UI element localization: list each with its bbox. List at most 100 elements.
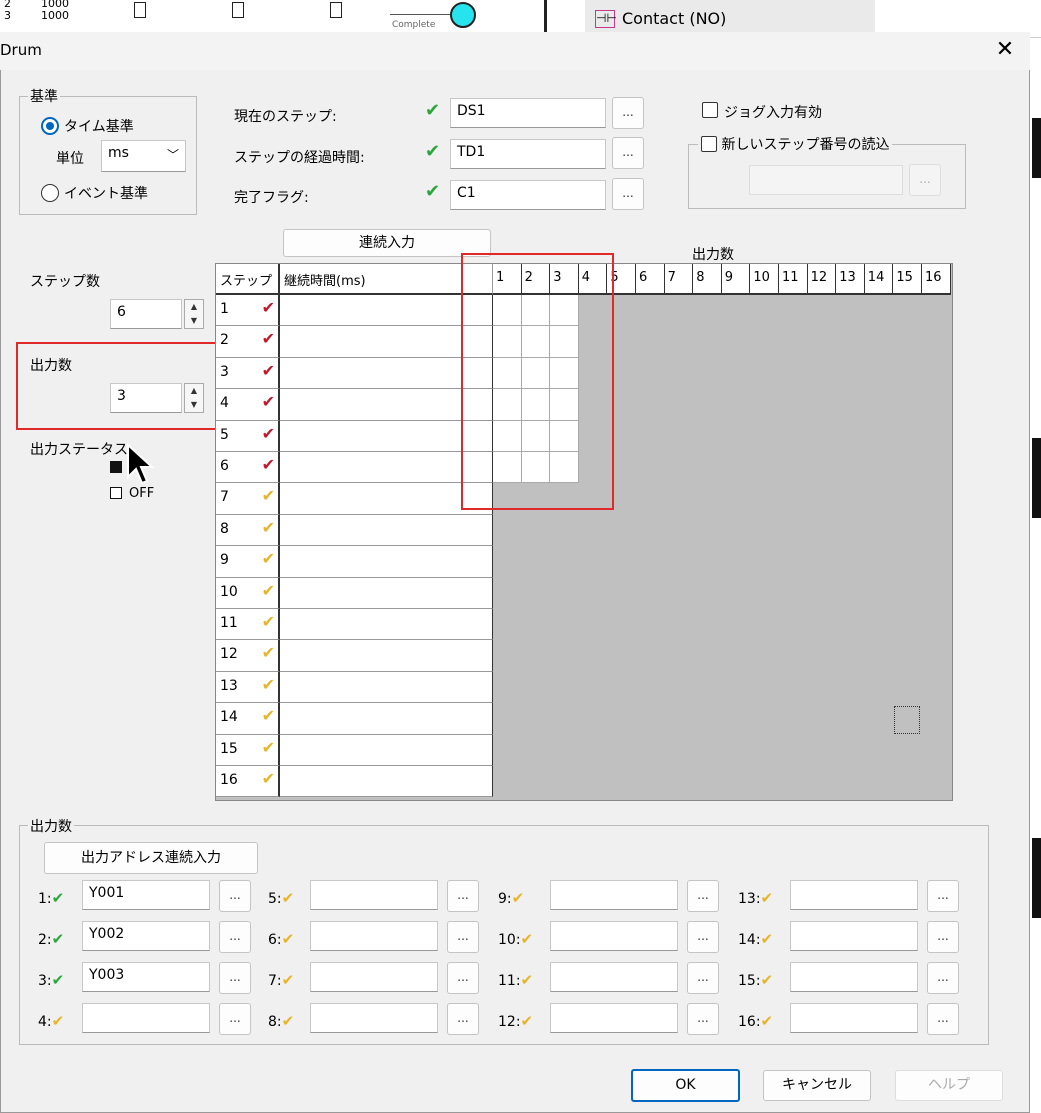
grid-duration-cell[interactable] [280, 577, 493, 609]
grid-duration-cell[interactable] [280, 766, 493, 798]
grid-duration-cell[interactable] [280, 514, 493, 547]
jog-checkbox[interactable] [702, 102, 718, 118]
browse-button[interactable]: ... [219, 921, 251, 953]
red-check-icon: ✔ [261, 392, 275, 412]
steps-spinner[interactable]: ▲ ▼ [184, 299, 204, 329]
dialog-title: Drum [0, 41, 42, 59]
chevron-down-icon: ﹀ [166, 148, 179, 162]
grid-step-cell[interactable]: 15 ✔ [216, 734, 280, 766]
browse-button[interactable]: ... [927, 962, 959, 994]
elapsed-field[interactable]: TD1 [450, 139, 606, 169]
grid-duration-cell[interactable] [280, 703, 493, 735]
fill-button[interactable]: 連続入力 [283, 229, 491, 257]
browse-button[interactable]: ... [687, 1003, 719, 1035]
output-address-field[interactable] [790, 1003, 918, 1033]
output-address-field[interactable] [550, 921, 678, 951]
browse-button[interactable]: ... [447, 921, 479, 953]
yellow-check-icon: ✔ [511, 889, 525, 907]
grid-step-cell[interactable]: 3 ✔ [216, 357, 280, 390]
output-address-field[interactable] [310, 1003, 438, 1033]
browse-button[interactable]: ... [612, 97, 644, 129]
browse-button[interactable]: ... [687, 921, 719, 953]
output-address-field[interactable] [550, 880, 678, 910]
grid-step-cell[interactable]: 12 ✔ [216, 640, 280, 672]
mouse-cursor-icon [127, 443, 154, 485]
grid-outputs-header: 出力数 [692, 247, 734, 263]
output-address-field[interactable] [790, 880, 918, 910]
ok-button[interactable]: OK [631, 1069, 740, 1102]
yellow-check-icon: ✔ [520, 930, 534, 948]
radio-time-label: タイム基準 [64, 119, 134, 135]
outputs-input[interactable]: 3 [110, 383, 182, 413]
browse-button[interactable]: ... [612, 137, 644, 169]
grid-step-cell[interactable]: 6 ✔ [216, 452, 280, 484]
output-address-field[interactable] [82, 1003, 210, 1033]
output-address-field[interactable] [310, 962, 438, 992]
output-label: 6:✔ [268, 930, 295, 948]
grid-header-output: 15 [893, 264, 922, 295]
unit-select[interactable]: ms ﹀ [101, 140, 186, 172]
output-address-field[interactable]: Y002 [82, 921, 210, 951]
newstep-checkbox[interactable] [701, 136, 717, 152]
bg-box [232, 2, 244, 18]
outputs-spinner[interactable]: ▲ ▼ [184, 383, 204, 413]
browse-button[interactable]: ... [612, 178, 644, 210]
steps-input[interactable]: 6 [110, 299, 182, 329]
output-label: 14:✔ [738, 930, 774, 948]
grid-step-cell[interactable]: 5 ✔ [216, 420, 280, 452]
output-address-field[interactable] [790, 921, 918, 951]
cancel-button[interactable]: キャンセル [763, 1070, 871, 1101]
output-address-field[interactable]: Y001 [82, 880, 210, 910]
yellow-check-icon: ✔ [261, 549, 275, 569]
browse-button[interactable]: ... [927, 921, 959, 953]
grid-step-cell[interactable]: 9 ✔ [216, 546, 280, 578]
output-address-field[interactable] [310, 921, 438, 951]
bg-box [134, 2, 146, 18]
check-icon: ✔ [51, 889, 65, 907]
browse-button[interactable]: ... [447, 1003, 479, 1035]
browse-button[interactable]: ... [687, 962, 719, 994]
browse-button[interactable]: ... [687, 880, 719, 912]
browse-button[interactable]: ... [927, 880, 959, 912]
browse-button[interactable]: ... [219, 962, 251, 994]
grid-step-cell[interactable]: 8 ✔ [216, 514, 280, 547]
close-icon[interactable]: ✕ [990, 36, 1020, 66]
radio-time[interactable] [41, 117, 59, 135]
yellow-check-icon: ✔ [760, 1012, 774, 1030]
grid-duration-cell[interactable] [280, 671, 493, 704]
done-field[interactable]: C1 [450, 180, 606, 210]
grid-duration-cell[interactable] [280, 640, 493, 672]
output-address-field[interactable] [550, 1003, 678, 1033]
grid-duration-cell[interactable] [280, 546, 493, 578]
grid-step-cell[interactable]: 2 ✔ [216, 326, 280, 358]
output-address-field[interactable] [550, 962, 678, 992]
grid-step-cell[interactable]: 10 ✔ [216, 577, 280, 609]
grid-step-cell[interactable]: 7 ✔ [216, 483, 280, 515]
browse-button[interactable]: ... [219, 1003, 251, 1035]
grid-step-cell[interactable]: 11 ✔ [216, 609, 280, 641]
grid-step-cell[interactable]: 4 ✔ [216, 389, 280, 421]
browse-button[interactable]: ... [447, 962, 479, 994]
output-address-field[interactable] [310, 880, 438, 910]
current-step-label: 現在のステップ: [234, 109, 337, 125]
grid-duration-cell[interactable] [280, 609, 493, 641]
grid-step-cell[interactable]: 16 ✔ [216, 766, 280, 798]
browse-button[interactable]: ... [219, 880, 251, 912]
off-status-icon [110, 487, 122, 499]
browse-button[interactable]: ... [927, 1003, 959, 1035]
grid-step-cell[interactable]: 14 ✔ [216, 703, 280, 735]
address-fill-button[interactable]: 出力アドレス連続入力 [44, 842, 258, 874]
output-address-field[interactable]: Y003 [82, 962, 210, 992]
grid-duration-cell[interactable] [280, 734, 493, 766]
yellow-check-icon: ✔ [281, 971, 295, 989]
elapsed-label: ステップの経過時間: [234, 150, 365, 166]
grid-step-cell[interactable]: 1 ✔ [216, 295, 280, 327]
current-step-field[interactable]: DS1 [450, 98, 606, 128]
browse-button[interactable]: ... [447, 880, 479, 912]
grid-step-cell[interactable]: 13 ✔ [216, 671, 280, 704]
output-address-field[interactable] [790, 962, 918, 992]
check-icon: ✔ [51, 930, 65, 948]
radio-event[interactable] [41, 184, 59, 202]
red-check-icon: ✔ [261, 423, 275, 443]
yellow-check-icon: ✔ [760, 971, 774, 989]
